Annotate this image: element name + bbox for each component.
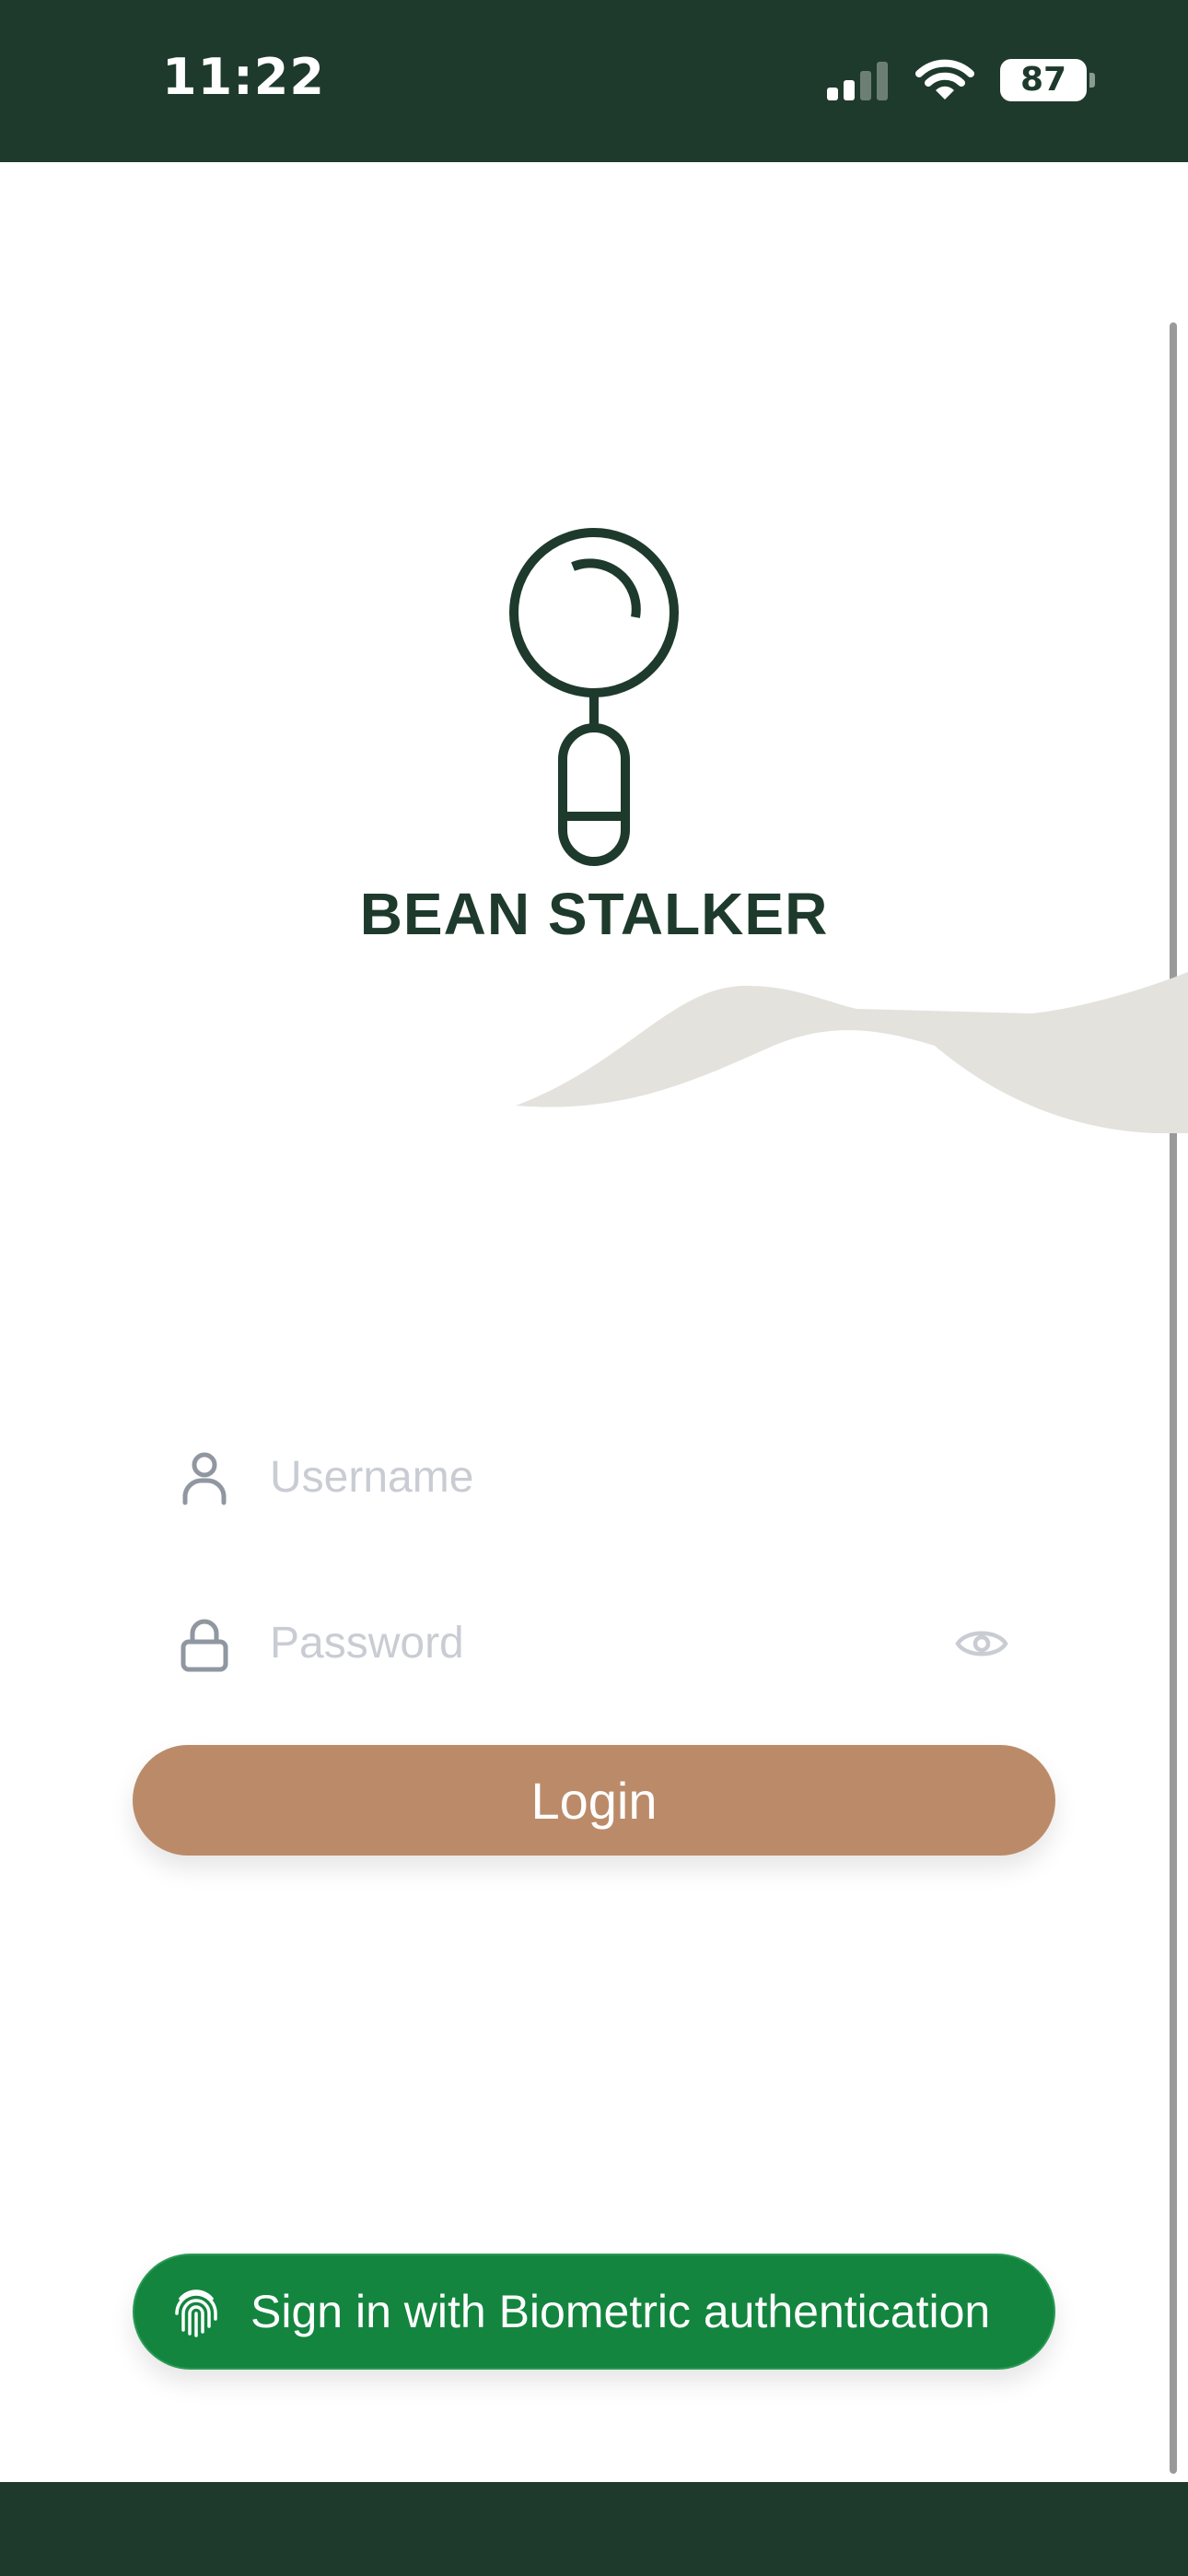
bottom-bar	[0, 2482, 1188, 2576]
username-input[interactable]	[270, 1431, 914, 1523]
status-icons: 87	[825, 57, 1095, 103]
eye-icon[interactable]	[955, 1624, 1008, 1663]
status-bar: 11:22 87	[0, 0, 1188, 162]
login-button[interactable]: Login	[133, 1745, 1055, 1856]
password-row	[170, 1597, 1027, 1689]
battery-icon: 87	[1000, 59, 1095, 101]
biometric-signin-button[interactable]: Sign in with Biometric authentication	[133, 2254, 1055, 2370]
scroll-indicator	[1170, 322, 1177, 2474]
status-time: 11:22	[162, 48, 325, 106]
lock-icon	[181, 1619, 228, 1672]
signal-icon	[825, 60, 890, 100]
fingerprint-icon	[175, 2289, 217, 2337]
user-icon	[182, 1452, 227, 1505]
password-input[interactable]	[270, 1597, 914, 1689]
wifi-icon	[915, 59, 974, 100]
username-row	[170, 1431, 1027, 1523]
login-screen: 11:22 87 BEAN STALKER Username Login Sig…	[0, 0, 1188, 2576]
biometric-signin-label: Sign in with Biometric authentication	[250, 2286, 991, 2337]
coffee-tamper-icon	[509, 528, 679, 866]
brand-name: BEAN STALKER	[359, 881, 829, 947]
wave-decoration	[516, 972, 1188, 1133]
